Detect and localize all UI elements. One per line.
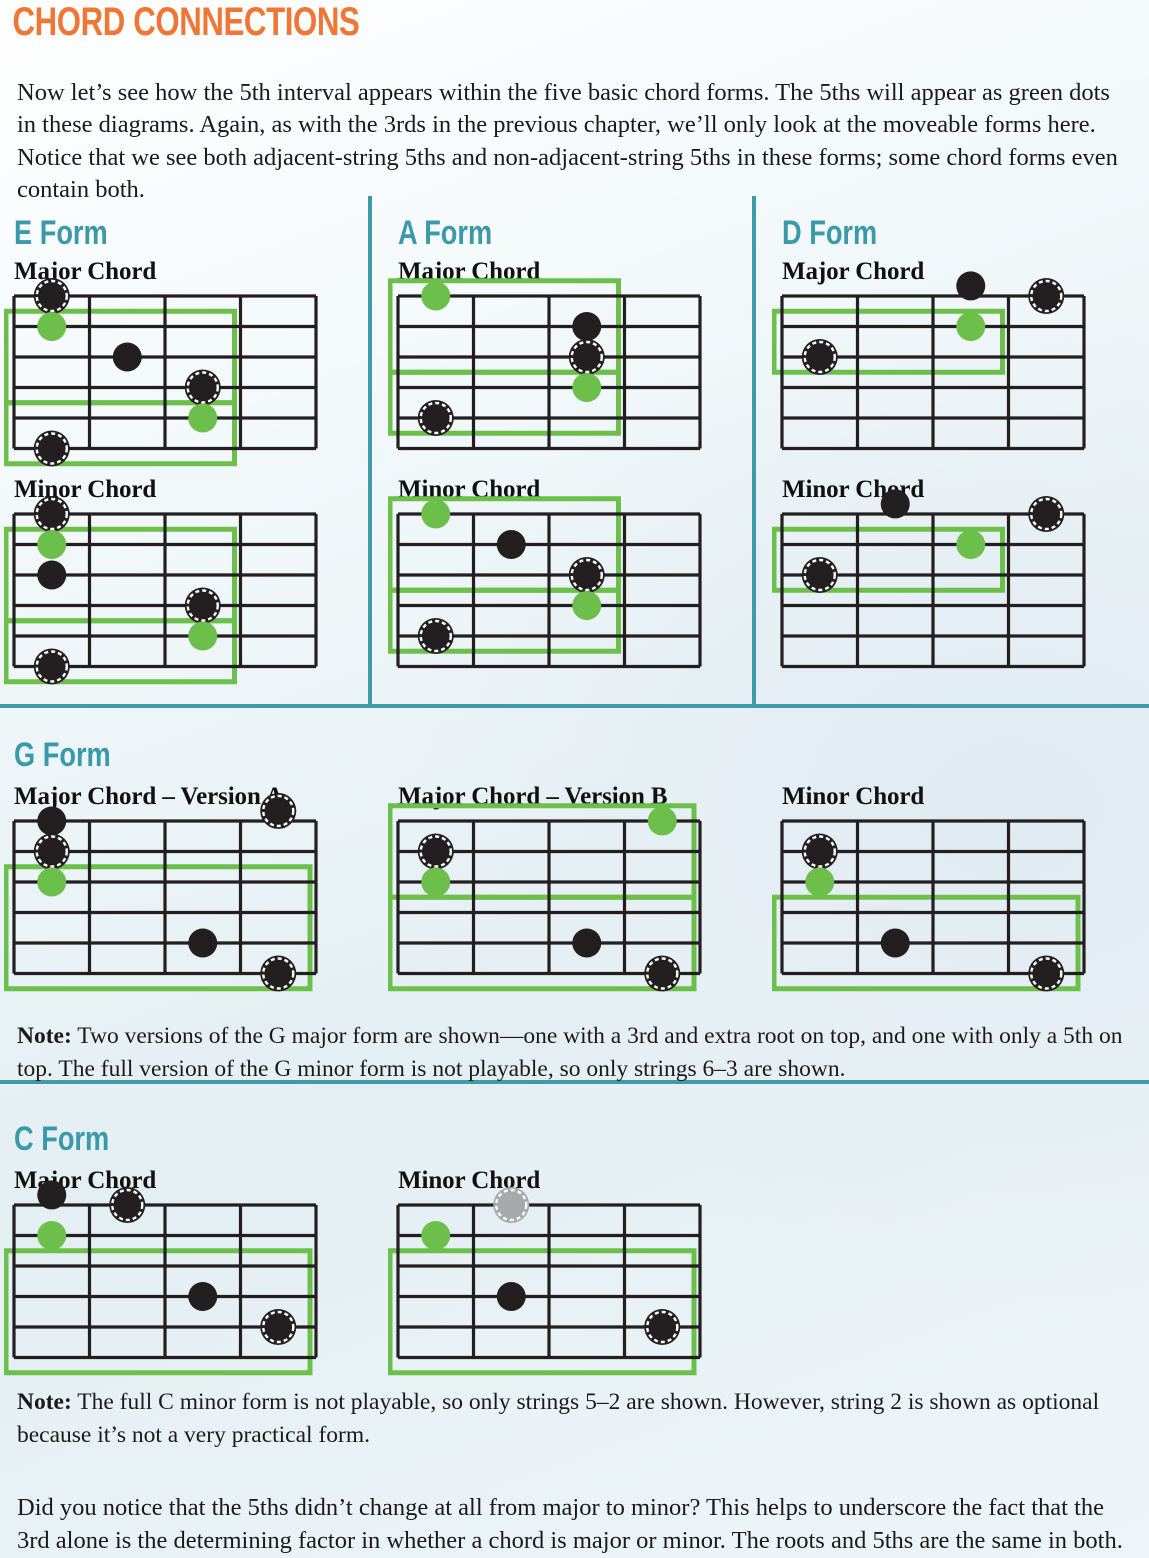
root-dot-core [265,1314,292,1340]
root-dot-core [573,344,600,370]
fretboard [388,496,702,669]
chord-diagram-r1-1-maj [388,262,722,483]
root-dot-core [1033,501,1060,527]
chord-tone-dot [37,560,67,590]
note-c-form: Note: The full C minor form is not playa… [0,1386,1149,1453]
note-text-g: Two versions of the G major form are sho… [17,1022,1123,1082]
fretboard [4,792,318,992]
root-dot-core [422,623,449,649]
form-title-g-form: G Form [14,736,111,774]
form-title-e-form: E Form [14,214,108,252]
root-dot-core [114,1192,141,1218]
chord-tone-dot [572,928,602,958]
fifth-dot [421,1221,451,1250]
root-dot-core [38,501,65,527]
intro-paragraph: Now let’s see how the 5th interval appea… [17,78,1118,204]
chord-diagram-r2-1 [388,787,722,1008]
fretboard [388,803,702,992]
note-label-g: Note: [17,1022,72,1049]
root-dot-core [806,838,833,865]
chord-diagram-r1-0-maj [4,262,338,483]
fifth-dot [572,591,602,620]
root-dot-core [649,1314,676,1340]
form-title-c-form: C Form [14,1120,110,1158]
chord-diagram-r1-0-min [4,480,338,701]
chord-diagram-r1-2-min [772,480,1106,701]
root-dot-core [806,562,833,588]
fifth-dot [421,281,451,311]
fretboard [772,489,1086,669]
chord-tone-dot [188,1282,218,1311]
root-dot-core [189,374,216,401]
fifth-dot [37,312,67,341]
fretboard [388,1187,702,1376]
chord-tone-dot [880,928,910,958]
form-title-a-form: A Form [398,214,493,252]
fifth-dot [805,867,835,897]
fretboard [4,496,318,685]
note-text-c: The full C minor form is not playable, s… [17,1388,1100,1448]
fifth-dot [647,806,677,836]
chord-tone-dot [496,1282,526,1311]
chord-tone-dot [572,312,602,341]
chord-diagram-r2-2 [772,787,1106,1008]
fretboard [4,1180,318,1376]
chord-diagram-r3-1 [388,1171,722,1392]
fretboard [4,278,318,467]
panel-divider-2 [752,196,756,704]
fretboard [388,278,702,451]
fifth-dot [37,867,67,897]
form-title-d-form: D Form [782,214,878,252]
fifth-dot [37,530,67,559]
root-dot-core [649,960,676,987]
note-label-c: Note: [17,1388,72,1415]
root-dot-core [422,838,449,865]
root-dot-core [38,283,65,309]
chord-tone-dot [188,928,218,958]
fifth-dot [956,530,986,559]
chord-diagram-r3-0 [4,1171,338,1392]
note-g-form: Note: Two versions of the G major form a… [0,1020,1149,1087]
fifth-dot [188,403,218,433]
chord-tone-dot [496,530,526,559]
interval-box [4,1248,313,1376]
fifth-dot [572,373,602,402]
chord-diagram-r1-2-maj [772,262,1106,483]
panel-divider-1 [368,196,372,704]
fifth-dot [37,1221,67,1250]
optional-dot-core [498,1192,525,1218]
root-dot-core [1033,960,1060,987]
fretboard [772,271,1086,451]
fifth-dot [956,312,986,341]
chord-diagram-r1-1-min [388,480,722,701]
interval-box [388,1248,697,1376]
root-dot-core [806,344,833,370]
chord-diagram-r2-0 [4,787,338,1008]
section-rule-1 [0,704,1149,708]
page-root: CHORD CONNECTIONS Now let’s see how the … [0,0,1149,1558]
fifth-dot [421,499,451,529]
closing-paragraph: Did you notice that the 5ths didn’t chan… [17,1493,1123,1555]
chord-tone-dot [880,489,910,519]
root-dot-core [38,653,65,680]
root-dot-core [265,960,292,987]
root-dot-core [38,838,65,865]
fifth-dot [421,867,451,897]
root-dot-core [189,592,216,619]
root-dot-core [573,562,600,588]
fretboard [772,819,1086,992]
root-dot-core [1033,283,1060,309]
root-dot-core [38,435,65,462]
chord-tone-dot [37,1180,67,1210]
root-dot-core [422,405,449,431]
page-title: CHORD CONNECTIONS [12,0,360,44]
fifth-dot [188,621,218,651]
chord-tone-dot [112,342,142,372]
root-dot-core [265,797,292,824]
chord-tone-dot [37,806,67,836]
chord-tone-dot [956,271,986,301]
